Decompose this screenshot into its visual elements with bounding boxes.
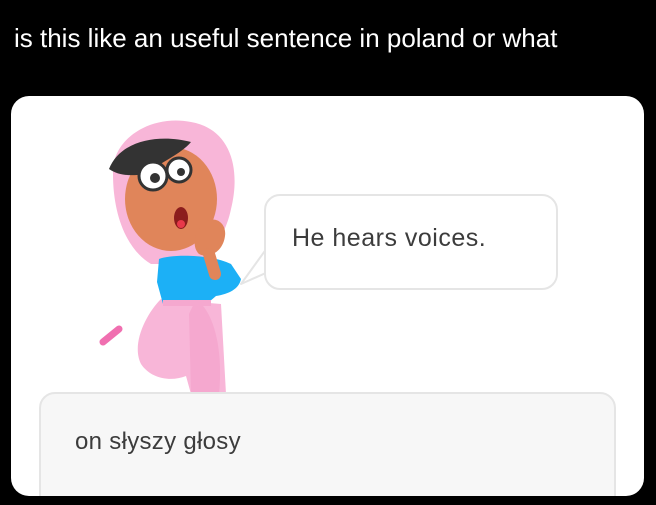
speech-bubble: He hears voices. <box>264 194 558 290</box>
exercise-card: He hears voices. on słyszy głosy <box>11 96 644 496</box>
post-caption: is this like an useful sentence in polan… <box>14 23 558 53</box>
answer-text: on słyszy głosy <box>75 428 241 455</box>
answer-input[interactable]: on słyszy głosy <box>39 392 616 496</box>
prompt-sentence: He hears voices. <box>292 224 487 252</box>
